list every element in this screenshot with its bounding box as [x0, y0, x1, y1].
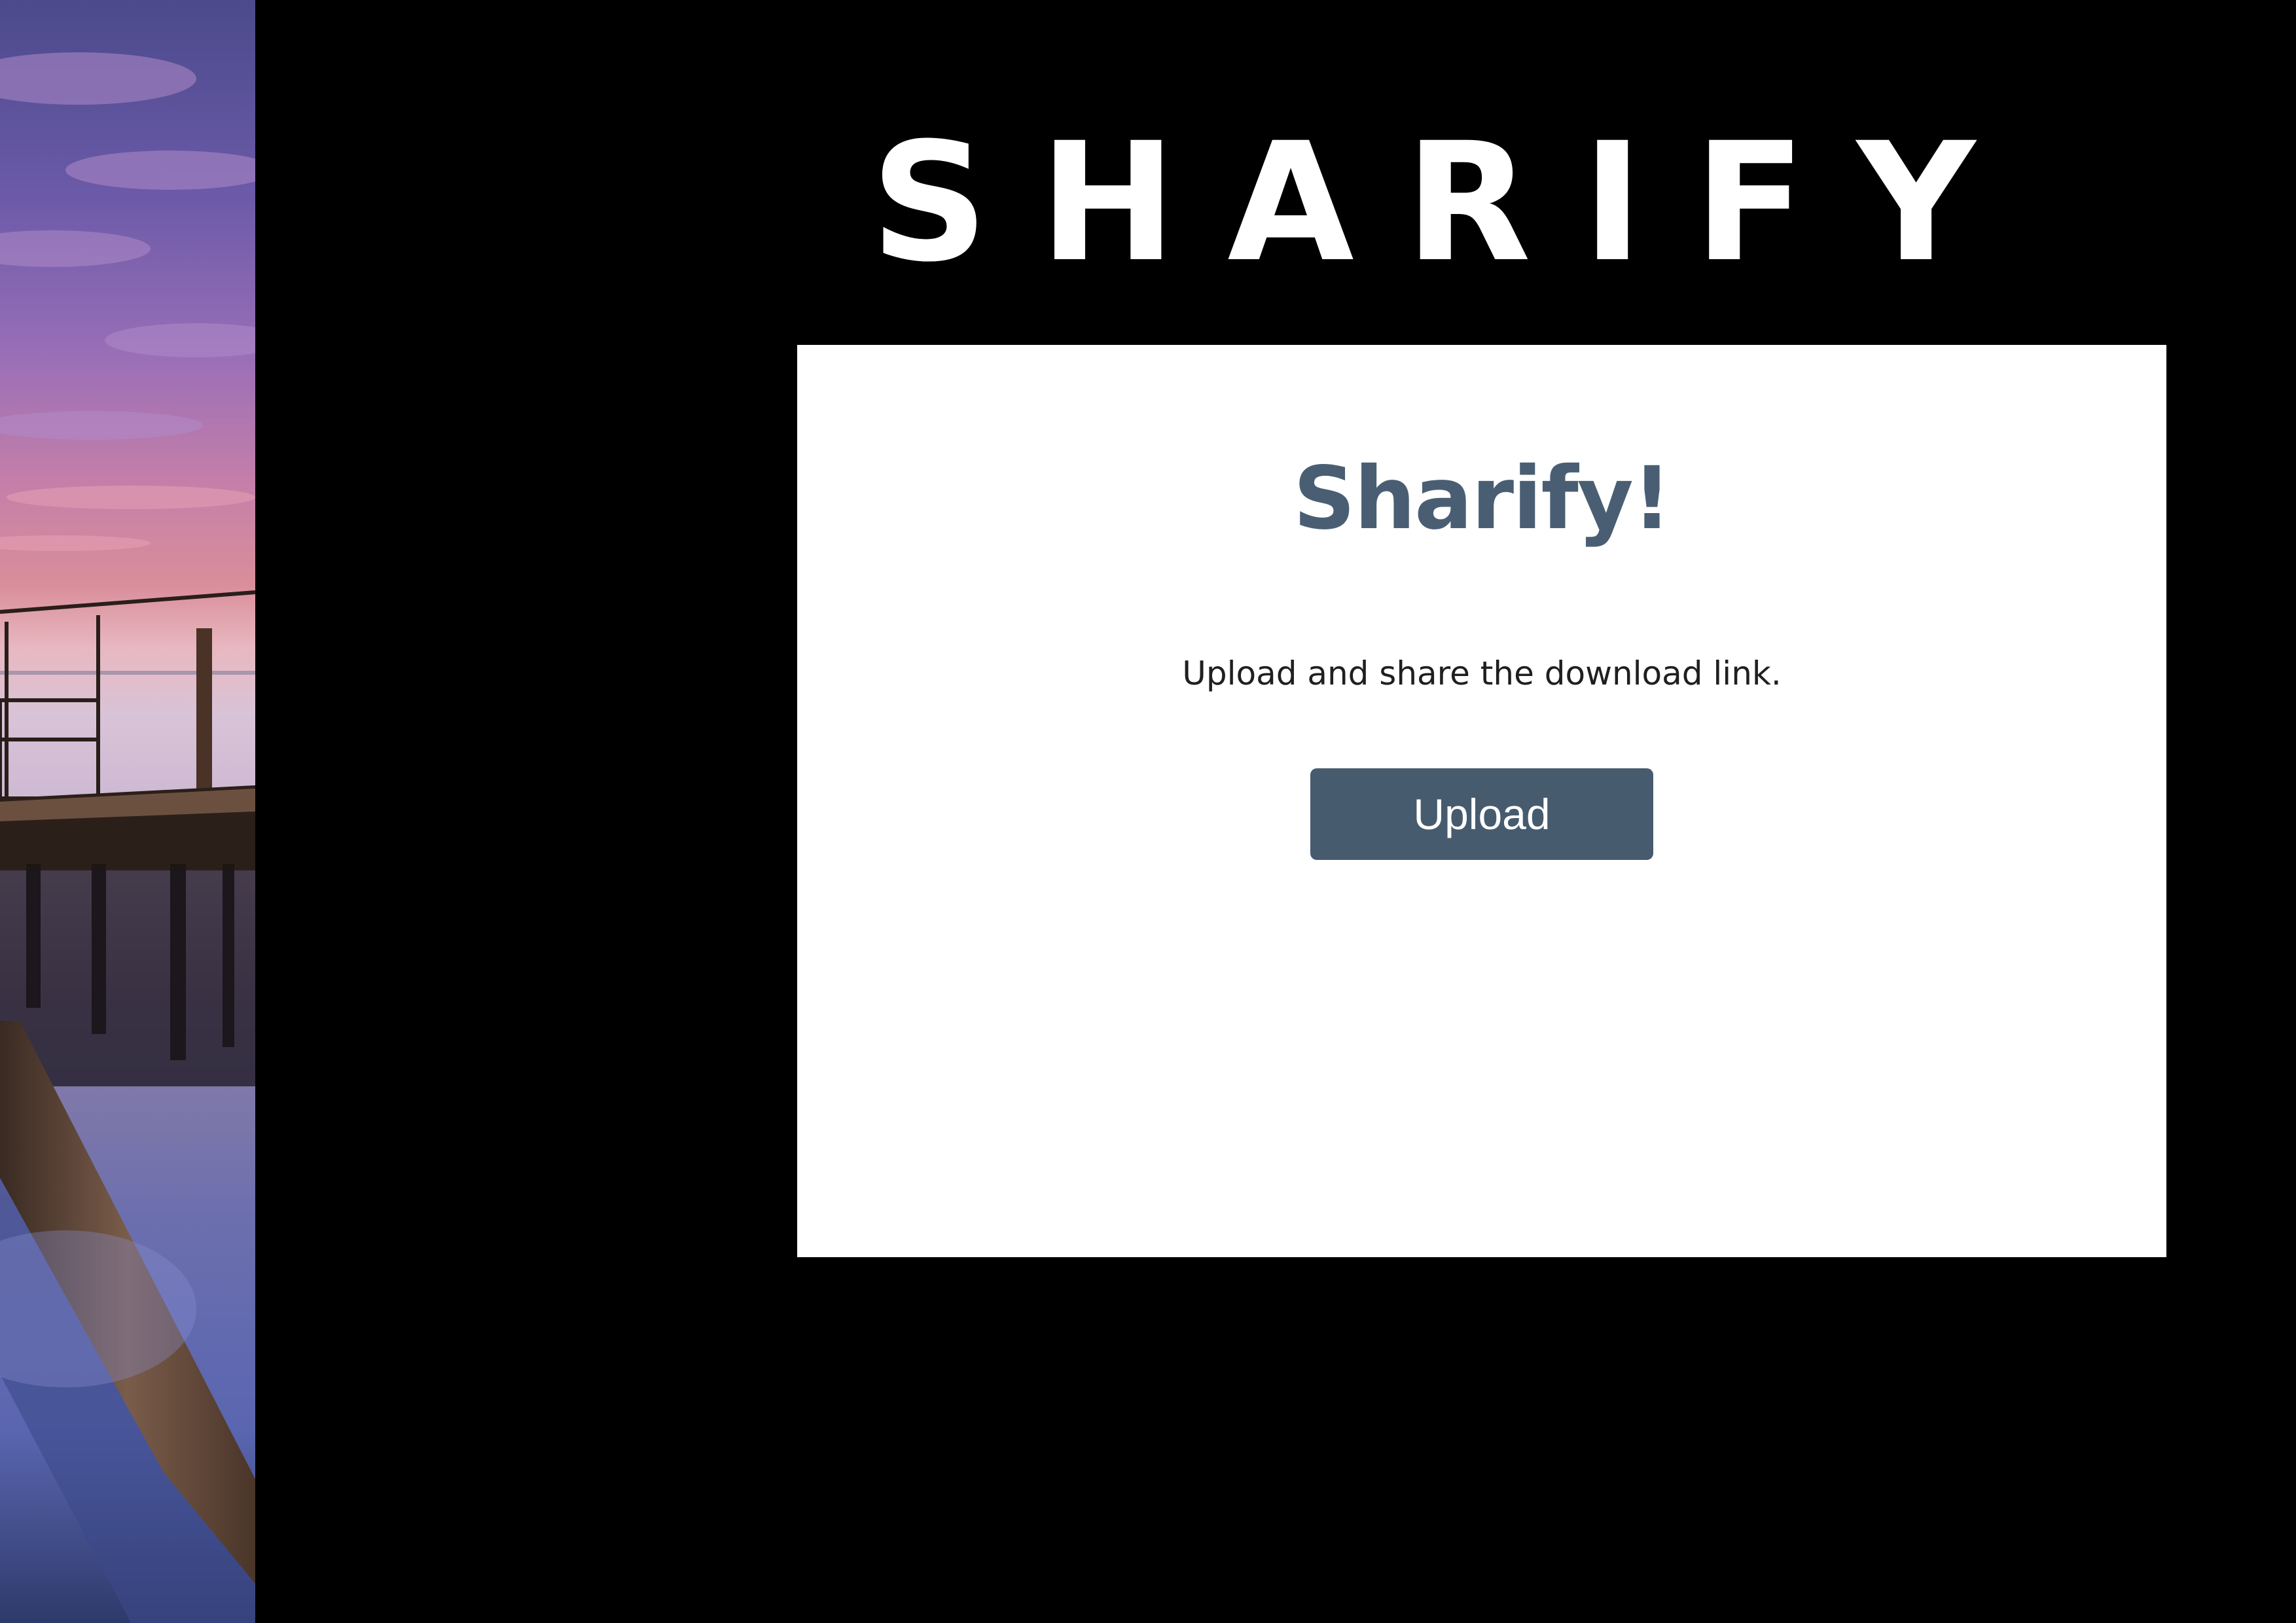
card-title: Sharify! — [1293, 448, 1672, 549]
card-subtitle: Upload and share the download link. — [1182, 654, 1782, 692]
sunset-pier-photo — [0, 0, 255, 1623]
upload-button[interactable]: Upload — [1310, 768, 1653, 860]
brand-title: SHARIFY — [870, 107, 2027, 298]
upload-card: Sharify! Upload and share the download l… — [797, 345, 2166, 1257]
page: SHARIFY Sharify! Upload and share the do… — [0, 0, 2296, 1623]
